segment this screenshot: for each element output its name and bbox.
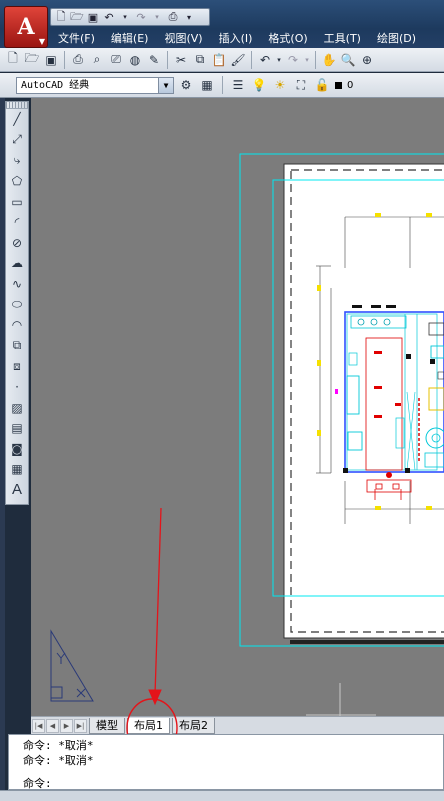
command-prompt[interactable]: 命令: <box>23 775 52 791</box>
toolbar-separator <box>315 50 316 69</box>
plot-icon[interactable]: ✎ <box>145 51 163 69</box>
workspace-dropdown[interactable]: AutoCAD 经典 ▼ <box>16 76 174 94</box>
ucs-icon <box>50 629 94 702</box>
layout-tab-bar: |◀ ◀ ▶ ▶| 模型 布局1 布局2 <box>31 716 444 734</box>
command-history-line: 命令: *取消* <box>23 739 94 752</box>
paste-icon[interactable]: 📋 <box>210 51 228 69</box>
redo-dropdown-icon[interactable]: ▾ <box>303 51 311 69</box>
3d-dwf-icon[interactable]: ◍ <box>126 51 144 69</box>
workspace-value: AutoCAD 经典 <box>21 79 90 91</box>
customize-dropdown-icon[interactable]: ▾ <box>182 10 196 24</box>
draw-toolbar: ╱ ⤢ ⤷ ⬠ ▭ ◜ ⊘ ☁ ∿ ⬭ ◠ ⧉ ⧈ · ▨ ▤ ◙ ▦ A <box>5 101 29 505</box>
hatch-icon[interactable]: ▨ <box>6 397 28 418</box>
print-icon[interactable]: ⎙ <box>166 10 180 24</box>
print-preview-icon[interactable]: ⌕ <box>88 51 106 69</box>
insert-block-icon[interactable]: ⧉ <box>6 336 28 357</box>
layer-freeze-sun-icon[interactable]: ☀ <box>271 76 289 94</box>
pan-icon[interactable]: ✋ <box>320 51 338 69</box>
table-icon[interactable]: ▦ <box>6 459 28 480</box>
zoom-realtime-icon[interactable]: 🔍 <box>339 51 357 69</box>
make-block-icon[interactable]: ⧈ <box>6 356 28 377</box>
application-menu-button[interactable]: A ▼ <box>4 6 48 48</box>
chevron-down-icon: ▼ <box>158 77 173 93</box>
status-bar <box>0 790 444 801</box>
revision-cloud-icon[interactable]: ☁ <box>6 253 28 274</box>
new-file-icon[interactable]: 🗋 <box>54 10 68 24</box>
tab-layout1[interactable]: 布局1 <box>127 717 170 734</box>
drawing-canvas[interactable] <box>31 98 444 716</box>
match-properties-icon[interactable]: 🖌 <box>229 51 247 69</box>
cut-icon[interactable]: ✂ <box>172 51 190 69</box>
command-history-line: 命令: *取消* <box>23 754 94 767</box>
first-tab-icon[interactable]: |◀ <box>32 718 45 733</box>
menu-edit[interactable]: 编辑(E) <box>103 30 157 48</box>
crosshair-cursor <box>306 683 376 716</box>
gradient-icon[interactable]: ▤ <box>6 418 28 439</box>
workspace-settings-gear-icon[interactable]: ⚙ <box>177 76 195 94</box>
layer-viewport-icon[interactable]: ⛶ <box>292 76 310 94</box>
next-tab-icon[interactable]: ▶ <box>60 718 73 733</box>
line-icon[interactable]: ╱ <box>6 109 28 130</box>
region-icon[interactable]: ◙ <box>6 439 28 460</box>
customize-workspace-icon[interactable]: ▦ <box>198 76 216 94</box>
layer-color-swatch-icon[interactable] <box>334 76 342 94</box>
tab-layout2[interactable]: 布局2 <box>172 717 215 734</box>
menu-format[interactable]: 格式(O) <box>260 30 315 48</box>
command-window[interactable]: 命令: *取消* 命令: *取消* 命令: <box>8 734 444 790</box>
layer-on-lightbulb-icon[interactable]: 💡 <box>250 76 268 94</box>
point-icon[interactable]: · <box>6 377 28 398</box>
ellipse-icon[interactable]: ⬭ <box>6 294 28 315</box>
publish-icon[interactable]: ⎚ <box>107 51 125 69</box>
quick-access-toolbar: 🗋 🗁 ▣ ↶ ▾ ↷ ▾ ⎙ ▾ <box>50 8 210 26</box>
open-folder-icon[interactable]: 🗁 <box>70 10 84 24</box>
construction-line-icon[interactable]: ⤢ <box>6 130 28 151</box>
toolbar-separator <box>64 50 65 69</box>
menu-view[interactable]: 视图(V) <box>156 30 210 48</box>
menu-draw[interactable]: 绘图(D) <box>369 30 424 48</box>
title-bar: A ▼ 🗋 🗁 ▣ ↶ ▾ ↷ ▾ ⎙ ▾ 文件(F) 编辑(E) 视图(V) … <box>0 0 444 48</box>
menu-file[interactable]: 文件(F) <box>50 30 103 48</box>
menu-tools[interactable]: 工具(T) <box>316 30 369 48</box>
undo-dropdown-icon[interactable]: ▾ <box>118 10 132 24</box>
redo-icon[interactable]: ↷ <box>284 51 302 69</box>
previous-tab-icon[interactable]: ◀ <box>46 718 59 733</box>
last-tab-icon[interactable]: ▶| <box>74 718 87 733</box>
tab-model[interactable]: 模型 <box>89 717 125 734</box>
multiline-text-icon[interactable]: A <box>6 480 28 501</box>
undo-icon[interactable]: ↶ <box>256 51 274 69</box>
menu-bar: 文件(F) 编辑(E) 视图(V) 插入(I) 格式(O) 工具(T) 绘图(D… <box>50 30 444 48</box>
current-layer-name[interactable]: 0 <box>347 80 353 91</box>
zoom-window-icon[interactable]: ⊕ <box>358 51 376 69</box>
polygon-icon[interactable]: ⬠ <box>6 171 28 192</box>
ellipse-arc-icon[interactable]: ◠ <box>6 315 28 336</box>
drawing-layout-svg <box>50 153 444 716</box>
workspace-toolbar: AutoCAD 经典 ▼ ⚙ ▦ ☰ 💡 ☀ ⛶ 🔓 0 <box>0 73 444 98</box>
layer-lock-icon[interactable]: 🔓 <box>313 76 331 94</box>
save-icon[interactable]: ▣ <box>86 10 100 24</box>
layer-manager-icon[interactable]: ☰ <box>229 76 247 94</box>
copy-icon[interactable]: ⧉ <box>191 51 209 69</box>
toolbar-grip[interactable] <box>6 102 28 109</box>
rectangle-icon[interactable]: ▭ <box>6 191 28 212</box>
spline-icon[interactable]: ∿ <box>6 274 28 295</box>
app-logo-letter: A <box>17 14 35 40</box>
print-icon[interactable]: ⎙ <box>69 51 87 69</box>
undo-icon[interactable]: ↶ <box>102 10 116 24</box>
open-folder-icon[interactable]: 🗁 <box>23 51 41 69</box>
redo-dropdown-icon[interactable]: ▾ <box>150 10 164 24</box>
menu-insert[interactable]: 插入(I) <box>211 30 261 48</box>
redo-icon[interactable]: ↷ <box>134 10 148 24</box>
toolbar-separator <box>222 76 223 94</box>
arc-icon[interactable]: ◜ <box>6 212 28 233</box>
annotation-arrow <box>148 507 162 706</box>
standard-toolbar: 🗋 🗁 ▣ ⎙ ⌕ ⎚ ◍ ✎ ✂ ⧉ 📋 🖌 ↶ ▾ ↷ ▾ ✋ 🔍 ⊕ <box>0 48 444 72</box>
circle-icon[interactable]: ⊘ <box>6 233 28 254</box>
toolbar-separator <box>167 50 168 69</box>
save-icon[interactable]: ▣ <box>42 51 60 69</box>
undo-dropdown-icon[interactable]: ▾ <box>275 51 283 69</box>
toolbar-separator <box>251 50 252 69</box>
polyline-icon[interactable]: ⤷ <box>6 150 28 171</box>
chevron-down-icon: ▼ <box>38 36 45 46</box>
new-file-icon[interactable]: 🗋 <box>4 51 22 69</box>
